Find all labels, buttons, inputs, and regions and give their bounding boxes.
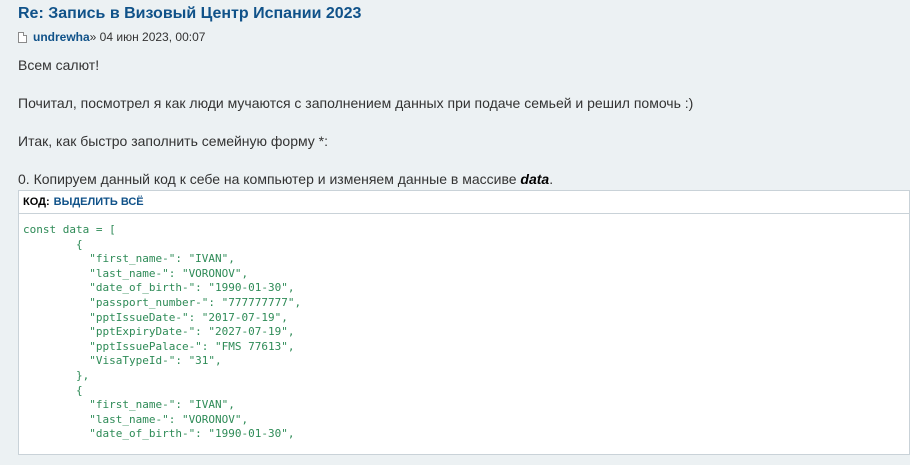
code-line: "pptExpiryDate-": "2027-07-19", <box>89 325 295 339</box>
post-file-icon[interactable] <box>18 31 27 43</box>
step-end: . <box>549 171 554 187</box>
code-line: const data = [ <box>23 223 116 236</box>
code-content[interactable]: const data = [ { "first_name-": "IVAN", … <box>23 223 301 442</box>
code-line: "VisaTypeId-": "31", <box>89 354 222 368</box>
post-step-line: 0. Копируем данный код к себе на компьют… <box>18 171 553 187</box>
post-text-line: Почитал, посмотрел я как люди мучаются с… <box>18 95 694 111</box>
post-title[interactable]: Re: Запись в Визовый Центр Испании 2023 <box>18 5 361 23</box>
code-line: "date_of_birth-": "1990-01-30", <box>89 281 295 295</box>
code-box: КОД: ВЫДЕЛИТЬ ВСЁ const data = [ { "firs… <box>18 190 910 455</box>
code-line: "first_name-": "IVAN", <box>89 252 235 266</box>
post-text-line: Итак, как быстро заполнить семейную форм… <box>18 133 329 149</box>
code-line: }, <box>75 368 90 382</box>
post-date: » 04 июн 2023, 00:07 <box>89 30 206 44</box>
select-all-link[interactable]: ВЫДЕЛИТЬ ВСЁ <box>54 196 144 208</box>
code-line: { <box>75 383 83 397</box>
code-label: КОД: <box>23 196 50 208</box>
code-line: "pptIssueDate-": "2017-07-19", <box>89 310 288 324</box>
code-line: "pptIssuePalace-": "FMS 77613", <box>89 339 295 353</box>
step-text: 0. Копируем данный код к себе на компьют… <box>18 171 521 187</box>
post-text-line: Всем салют! <box>18 57 100 73</box>
post-meta: undrewha » 04 июн 2023, 00:07 <box>18 30 205 44</box>
code-line: "last_name-": "VORONOV", <box>89 412 249 426</box>
code-line: "last_name-": "VORONOV", <box>89 266 249 280</box>
code-line: "first_name-": "IVAN", <box>89 398 235 412</box>
code-box-header: КОД: ВЫДЕЛИТЬ ВСЁ <box>19 191 909 214</box>
code-line: "passport_number-": "777777777", <box>89 295 302 309</box>
step-emphasis: data <box>520 171 550 187</box>
code-line: "date_of_birth-": "1990-01-30", <box>89 427 295 441</box>
author-link[interactable]: undrewha <box>33 30 90 44</box>
code-line: { <box>75 237 83 251</box>
